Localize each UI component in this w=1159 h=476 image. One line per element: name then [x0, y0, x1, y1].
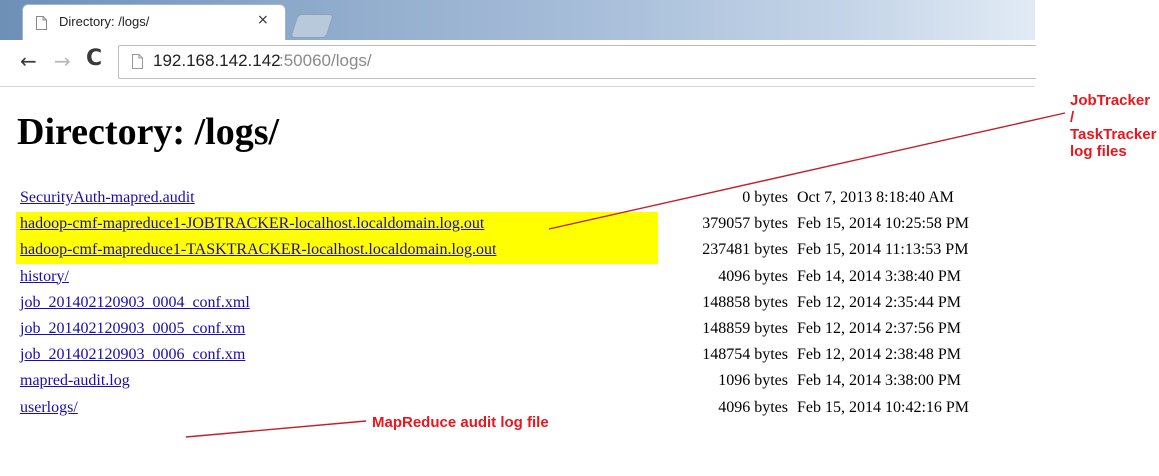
file-size: 237481 bytes: [702, 241, 788, 259]
file-date: Feb 12, 2014 2:37:56 PM: [797, 320, 962, 337]
file-date: Feb 15, 2014 10:25:58 PM: [797, 215, 970, 233]
file-link[interactable]: job_201402120903_0005_conf.xm: [20, 320, 245, 338]
table-row: history/4096 bytes Feb 14, 2014 3:38:40 P…: [0, 265, 1020, 291]
file-size: 148858 bytes: [702, 293, 788, 311]
file-link[interactable]: job_201402120903_0006_conf.xm: [20, 346, 245, 364]
url-host: 192.168.142.142: [153, 51, 281, 70]
file-size: 148859 bytes: [702, 320, 788, 337]
url-path: :50060/logs/: [279, 51, 372, 70]
tab-title: Directory: /logs/: [59, 14, 150, 29]
table-row: job_201402120903_0006_conf.xm 148754 byte…: [0, 343, 1020, 369]
file-size: 1096 bytes: [718, 372, 788, 390]
address-bar[interactable]: 192.168.142.142 :50060/logs/: [118, 45, 1036, 79]
table-row: SecurityAuth-mapred.audit 0 bytes Oct 7, 2…: [0, 186, 1020, 212]
file-link[interactable]: hadoop-cmf-mapreduce1-TASKTRACKER-localh…: [20, 241, 496, 259]
close-tab-icon[interactable]: ×: [257, 12, 269, 28]
file-date: Feb 12, 2014 2:38:48 PM: [797, 346, 962, 364]
file-size: 4096 bytes: [718, 398, 788, 416]
file-link[interactable]: mapred-audit.log: [20, 372, 130, 390]
new-tab-icon[interactable]: [290, 14, 334, 38]
browser-tab[interactable]: Directory: /logs/ ×: [22, 4, 286, 41]
file-date: Feb 15, 2014 11:13:53 PM: [797, 241, 969, 259]
file-size: 4096 bytes: [718, 267, 788, 285]
file-link[interactable]: hadoop-cmf-mapreduce1-JOBTRACKER-localho…: [20, 215, 484, 233]
file-link[interactable]: job_201402120903_0004_conf.xml: [20, 294, 250, 312]
table-row: hadoop-cmf-mapreduce1-JOBTRACKER-localho…: [0, 212, 1020, 239]
tab-strip: Directory: /logs/ ×: [0, 0, 1035, 41]
file-size: 148754 bytes: [702, 346, 788, 364]
file-date: Oct 7, 2013 8:18:40 AM: [797, 189, 954, 206]
browser-chrome: Directory: /logs/ × ← → C 192.168.142.14…: [0, 0, 1036, 87]
file-date: Feb 14, 2014 3:38:00 PM: [797, 372, 962, 390]
file-size: 379057 bytes: [702, 215, 788, 233]
table-row: job_201402120903_0005_conf.xm 148859 byte…: [0, 317, 1020, 343]
forward-button[interactable]: →: [54, 50, 71, 72]
file-link[interactable]: SecurityAuth-mapred.audit: [20, 189, 195, 207]
page-icon: [36, 16, 47, 30]
file-date: Feb 14, 2014 3:38:40 PM: [797, 267, 962, 285]
file-link[interactable]: history/: [20, 268, 69, 286]
file-date: Feb 15, 2014 10:42:16 PM: [797, 398, 970, 416]
back-button[interactable]: ←: [20, 50, 37, 72]
audit-callout: MapReduce audit log file: [372, 414, 549, 431]
table-row: job_201402120903_0004_conf.xml 148858 byt…: [0, 291, 1020, 317]
table-row: hadoop-cmf-mapreduce1-TASKTRACKER-localh…: [0, 238, 1020, 265]
file-size: 0 bytes: [742, 189, 788, 206]
toolbar: ← → C 192.168.142.142 :50060/logs/: [0, 40, 1036, 87]
page-title: Directory: /logs/: [17, 111, 280, 153]
file-date: Feb 12, 2014 2:35:44 PM: [797, 293, 962, 311]
table-row: mapred-audit.log 1096 bytes Feb 14, 2014 3…: [0, 369, 1020, 395]
audit-leader-line: [185, 420, 367, 438]
page-icon: [132, 54, 143, 69]
jobtracker-callout: JobTracker / TaskTracker log files: [1070, 92, 1157, 160]
reload-button[interactable]: C: [86, 48, 102, 70]
file-link[interactable]: userlogs/: [20, 399, 78, 417]
